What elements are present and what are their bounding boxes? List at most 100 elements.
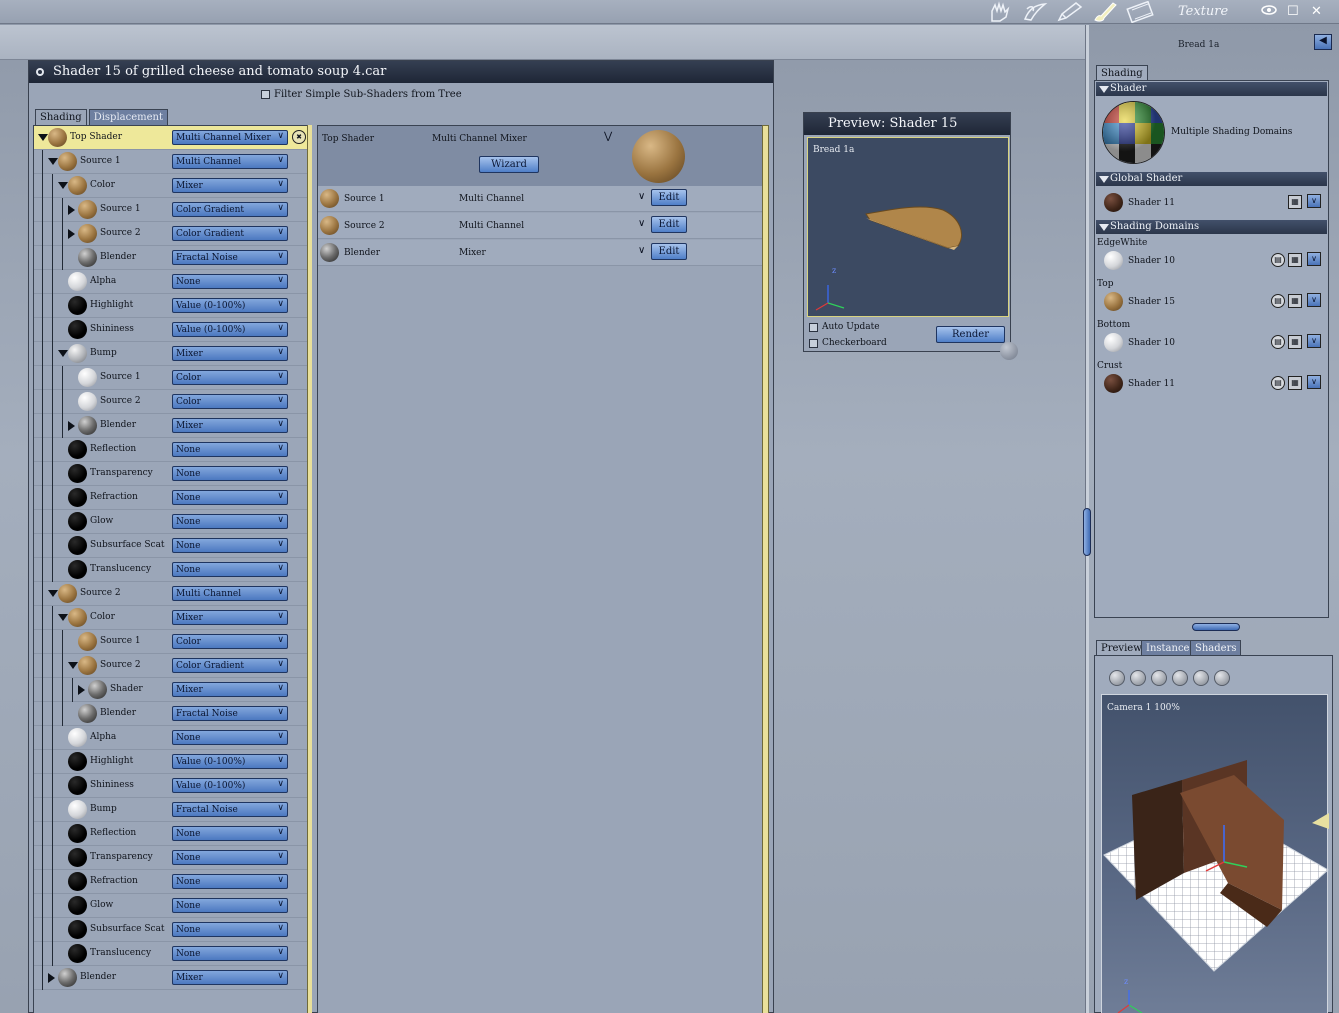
shader-type-dropdown[interactable]: None — [172, 730, 288, 745]
section-shader[interactable]: Shader — [1096, 82, 1327, 96]
tree-row[interactable]: Source 2 Multi Channel — [34, 582, 310, 606]
rotate-camera-icon[interactable] — [1130, 670, 1146, 686]
shader-type-dropdown[interactable]: Mixer — [172, 970, 288, 985]
wireframe-icon[interactable] — [1151, 670, 1167, 686]
tree-row[interactable]: Blender Fractal Noise — [34, 702, 310, 726]
tree-row[interactable]: Bump Mixer — [34, 342, 310, 366]
chevron-down-icon[interactable]: ∨ — [1307, 334, 1321, 348]
shader-type-dropdown[interactable]: None — [172, 898, 288, 913]
auto-update-checkbox[interactable] — [809, 322, 818, 332]
chevron-down-icon[interactable]: ∨ — [1307, 252, 1321, 266]
expand-down-icon[interactable] — [48, 590, 58, 597]
window-menu-icon[interactable] — [36, 68, 44, 76]
tree-row[interactable]: Refraction None — [34, 486, 310, 510]
shader-type-dropdown[interactable]: Value (0-100%) — [172, 778, 288, 793]
eye-icon[interactable] — [1261, 4, 1277, 20]
shader-type-dropdown[interactable]: Color — [172, 370, 288, 385]
trash-icon[interactable]: ▤ — [1271, 294, 1285, 308]
shader-type-dropdown[interactable]: None — [172, 562, 288, 577]
shader-type-dropdown[interactable]: None — [172, 538, 288, 553]
expand-right-icon[interactable] — [48, 973, 55, 983]
tree-row[interactable]: Transparency None — [34, 846, 310, 870]
shader-type-dropdown[interactable]: Mixer — [172, 610, 288, 625]
expand-down-icon[interactable] — [48, 158, 58, 165]
brush-icon[interactable] — [1091, 1, 1119, 23]
edit-button[interactable]: Edit — [651, 189, 687, 206]
shader-type-dropdown[interactable]: None — [172, 274, 288, 289]
trash-icon[interactable]: ▤ — [1271, 376, 1285, 390]
expand-down-icon[interactable] — [58, 350, 68, 357]
film-icon[interactable] — [1126, 0, 1154, 24]
shader-type-dropdown[interactable]: None — [172, 850, 288, 865]
expand-down-icon[interactable] — [68, 662, 78, 669]
tree-row[interactable]: Source 1 Multi Channel — [34, 150, 310, 174]
tree-row[interactable]: Translucency None — [34, 558, 310, 582]
tree-row[interactable]: Subsurface Scat None — [34, 918, 310, 942]
move-camera-icon[interactable] — [1109, 670, 1125, 686]
panel-splitter[interactable] — [1192, 623, 1240, 631]
shader-type-dropdown[interactable]: Multi Channel — [172, 586, 288, 601]
tree-row[interactable]: Source 2 Color Gradient — [34, 654, 310, 678]
tab-shading[interactable]: Shading — [35, 109, 87, 125]
expand-down-icon[interactable] — [58, 182, 68, 189]
shader-type-dropdown[interactable]: Color Gradient — [172, 658, 288, 673]
expand-down-icon[interactable] — [38, 134, 48, 141]
chevron-down-icon[interactable]: ∨ — [638, 191, 645, 202]
shader-type-dropdown[interactable]: Color Gradient — [172, 226, 288, 241]
preview-resize-handle[interactable] — [1000, 342, 1018, 360]
textured-shade-icon[interactable] — [1214, 670, 1230, 686]
tree-row[interactable]: Source 1 Color — [34, 366, 310, 390]
tree-row[interactable]: Shader Mixer — [34, 678, 310, 702]
tree-row[interactable]: Glow None — [34, 510, 310, 534]
tree-scrollbar[interactable] — [307, 125, 312, 1013]
scene-viewport[interactable]: Camera 1 100% z — [1101, 694, 1329, 1013]
checkerboard-row[interactable]: Checkerboard — [809, 338, 887, 348]
shader-type-dropdown[interactable]: Mixer — [172, 682, 288, 697]
expand-right-icon[interactable] — [68, 229, 75, 239]
expand-right-icon[interactable] — [68, 421, 75, 431]
tree-row[interactable]: Source 1 Color — [34, 630, 310, 654]
detail-scrollbar[interactable] — [762, 125, 769, 1013]
edit-button[interactable]: Edit — [651, 216, 687, 233]
shader-type-dropdown[interactable]: None — [172, 874, 288, 889]
tree-row[interactable]: Glow None — [34, 894, 310, 918]
shader-type-dropdown[interactable]: Fractal Noise — [172, 250, 288, 265]
tree-row[interactable]: Shininess Value (0-100%) — [34, 774, 310, 798]
maximize-icon[interactable]: ☐ — [1287, 4, 1299, 19]
render-button[interactable]: Render — [936, 326, 1005, 343]
shader-type-dropdown[interactable]: Multi Channel — [172, 154, 288, 169]
tree-row[interactable]: Reflection None — [34, 822, 310, 846]
shader-type-dropdown[interactable]: None — [172, 826, 288, 841]
smooth-shade-icon[interactable] — [1193, 670, 1209, 686]
shader-type-dropdown[interactable]: Color — [172, 394, 288, 409]
paint-icon[interactable] — [1021, 1, 1049, 23]
expand-right-icon[interactable] — [68, 205, 75, 215]
trash-icon[interactable]: ✖ — [292, 130, 306, 144]
shader-type-dropdown[interactable]: Mixer — [172, 178, 288, 193]
tab-displacement[interactable]: Displacement — [88, 109, 168, 125]
tab-shaders[interactable]: Shaders — [1190, 640, 1242, 655]
chevron-down-icon[interactable]: ∨ — [1307, 293, 1321, 307]
tree-row[interactable]: Reflection None — [34, 438, 310, 462]
section-shading-domains[interactable]: Shading Domains — [1096, 220, 1327, 234]
expand-right-icon[interactable] — [78, 685, 85, 695]
shader-type-dropdown[interactable]: Mixer — [172, 418, 288, 433]
tree-row[interactable]: Color Mixer — [34, 606, 310, 630]
tree-row[interactable]: Source 1 Color Gradient — [34, 198, 310, 222]
tree-row[interactable]: Blender Mixer — [34, 414, 310, 438]
shader-swap-icon[interactable]: ▦ — [1288, 335, 1302, 349]
tree-row[interactable]: Subsurface Scat None — [34, 534, 310, 558]
shader-swap-icon[interactable]: ▦ — [1288, 195, 1302, 209]
shader-type-dropdown[interactable]: Color Gradient — [172, 202, 288, 217]
tree-row[interactable]: Top Shader Multi Channel Mixer ✖ — [34, 126, 310, 150]
tree-row[interactable]: Color Mixer — [34, 174, 310, 198]
edit-button[interactable]: Edit — [651, 243, 687, 260]
auto-update-row[interactable]: Auto Update — [809, 322, 880, 332]
chevron-down-icon[interactable]: ∨ — [1307, 194, 1321, 208]
tree-row[interactable]: Shininess Value (0-100%) — [34, 318, 310, 342]
preview-viewport[interactable]: Bread 1a z — [807, 137, 1009, 317]
shader-type-dropdown[interactable]: None — [172, 514, 288, 529]
shader-type-dropdown[interactable]: Value (0-100%) — [172, 298, 288, 313]
tree-row[interactable]: Alpha None — [34, 726, 310, 750]
tree-row[interactable]: Bump Fractal Noise — [34, 798, 310, 822]
